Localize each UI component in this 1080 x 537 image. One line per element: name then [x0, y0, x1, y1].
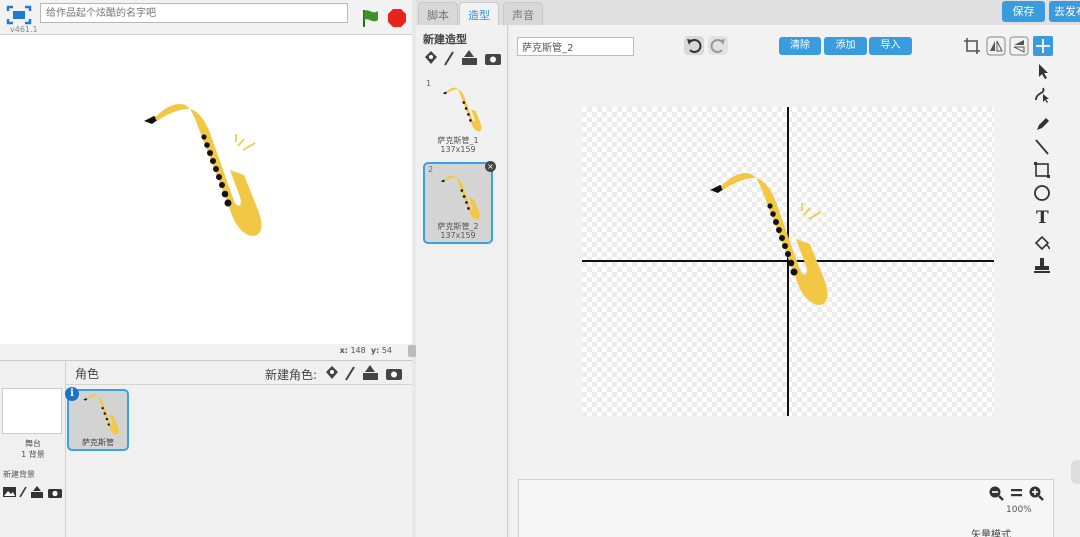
save-button[interactable]: 保存	[1002, 1, 1045, 22]
flip-horizontal-icon[interactable]	[986, 36, 1006, 56]
upload-sprite-icon[interactable]	[363, 365, 378, 380]
clear-button[interactable]: 清除	[779, 37, 821, 55]
y-label: y:	[370, 346, 380, 355]
new-sprite-tools	[326, 365, 402, 381]
camera-costume-icon[interactable]	[485, 54, 501, 65]
add-button[interactable]: 添加	[824, 37, 867, 55]
sprite-name: 萨克斯管	[82, 438, 114, 447]
sprite-tile[interactable]: i 萨克斯管	[65, 387, 129, 451]
costume-item[interactable]: 1 萨克斯管_1 137x159	[423, 78, 493, 160]
costume-size: 137x159	[440, 145, 476, 154]
right-edge-tab[interactable]	[1071, 460, 1080, 484]
version-label: v461.1	[10, 25, 38, 34]
collapse-stage-arrow-icon[interactable]	[408, 345, 416, 357]
zoom-out-icon[interactable]	[989, 486, 1004, 501]
green-flag-icon[interactable]	[360, 8, 380, 28]
camera-sprite-icon[interactable]	[386, 369, 402, 380]
saxophone-costume[interactable]	[706, 168, 831, 313]
stamp-icon[interactable]	[1031, 255, 1053, 275]
stage-header: v461.1	[0, 0, 412, 35]
stage-thumbnail[interactable]	[2, 388, 62, 434]
tab-scripts[interactable]: 脚本	[418, 2, 458, 25]
sprites-header: 角色 新建角色:	[66, 361, 412, 385]
sprites-title: 角色	[75, 367, 100, 381]
saxophone-costume-thumb	[440, 175, 480, 220]
scratch-editor: v461.1 x: 148 y: 54 舞台 1	[0, 0, 1080, 537]
text-tool-icon[interactable]: T	[1031, 206, 1053, 226]
undo-icon[interactable]	[684, 36, 704, 55]
paint-costume-icon[interactable]	[444, 51, 454, 66]
new-backdrop-label: 新建背景	[3, 470, 35, 479]
x-value: 148	[350, 346, 366, 355]
stage-footer: x: 148 y: 54	[0, 344, 412, 360]
redo-icon[interactable]	[708, 36, 728, 55]
costume-list-pane: 新建造型 1 萨克斯管_1 137x159 2 × 萨克斯管_2 137x159	[416, 25, 508, 537]
zoom-percent: 100%	[1006, 505, 1032, 515]
stage-backdrop-count: 1 背景	[21, 450, 45, 459]
sprite-library-icon[interactable]	[326, 366, 338, 379]
tab-costumes[interactable]: 造型	[459, 2, 499, 25]
rectangle-icon[interactable]	[1031, 160, 1053, 180]
upload-backdrop-icon[interactable]	[31, 486, 43, 498]
paint-sprite-icon[interactable]	[345, 366, 355, 381]
crop-icon[interactable]	[962, 36, 982, 56]
pencil-icon[interactable]	[1031, 114, 1053, 134]
costume-number: 2	[428, 165, 434, 174]
x-label: x:	[339, 346, 348, 355]
import-button[interactable]: 导入	[869, 37, 912, 55]
fullscreen-icon[interactable]	[6, 5, 32, 25]
stage-column: 舞台 1 背景 新建背景	[0, 361, 66, 537]
saxophone-thumb	[83, 394, 119, 435]
sprite-info-icon[interactable]: i	[65, 387, 79, 401]
costume-library-icon[interactable]	[425, 51, 437, 64]
costume-name-input[interactable]	[517, 37, 634, 56]
zoom-in-icon[interactable]	[1029, 486, 1044, 501]
sprites-pane: 舞台 1 背景 新建背景 角色 新建角色: i 萨克斯管	[0, 360, 412, 537]
stage-label: 舞台	[25, 439, 41, 448]
mouse-coordinates: x: 148 y: 54	[340, 346, 392, 355]
tab-sounds[interactable]: 声音	[503, 2, 543, 25]
project-title-input[interactable]	[40, 3, 348, 23]
zoom-controls	[989, 486, 1044, 501]
new-backdrop-tools	[3, 486, 62, 498]
delete-costume-icon[interactable]: ×	[485, 161, 496, 172]
saxophone-sprite[interactable]	[140, 99, 265, 244]
camera-backdrop-icon[interactable]	[48, 489, 62, 498]
costume-item-selected[interactable]: 2 × 萨克斯管_2 137x159	[423, 161, 496, 244]
vector-mode-label: 矢量模式	[971, 530, 1011, 537]
new-sprite-label: 新建角色:	[265, 368, 318, 382]
new-costume-label: 新建造型	[423, 33, 467, 46]
saxophone-costume-thumb	[442, 87, 482, 132]
stage-canvas[interactable]	[0, 35, 412, 344]
new-costume-tools	[425, 50, 501, 66]
paint-bucket-icon[interactable]	[1031, 233, 1053, 253]
costume-number: 1	[426, 79, 432, 88]
editor-tabs: 脚本 造型 声音	[416, 0, 1080, 25]
set-center-icon[interactable]	[1033, 36, 1053, 56]
line-icon[interactable]	[1031, 137, 1053, 157]
paint-editor: 清除 添加 导入	[509, 25, 1080, 537]
svg-text:T: T	[1036, 208, 1049, 226]
ellipse-icon[interactable]	[1031, 183, 1053, 203]
upload-costume-icon[interactable]	[462, 50, 477, 65]
reshape-icon[interactable]	[1031, 84, 1053, 104]
costume-size: 137x159	[440, 231, 476, 240]
paint-backdrop-icon[interactable]	[19, 486, 27, 498]
zoom-reset-icon[interactable]	[1011, 489, 1022, 497]
flip-vertical-icon[interactable]	[1009, 36, 1029, 56]
stop-sign-icon[interactable]	[387, 8, 407, 28]
y-value: 54	[381, 346, 392, 355]
select-arrow-icon[interactable]	[1031, 61, 1053, 81]
share-button[interactable]: 去发布	[1049, 1, 1080, 22]
backdrop-library-icon[interactable]	[3, 487, 16, 497]
